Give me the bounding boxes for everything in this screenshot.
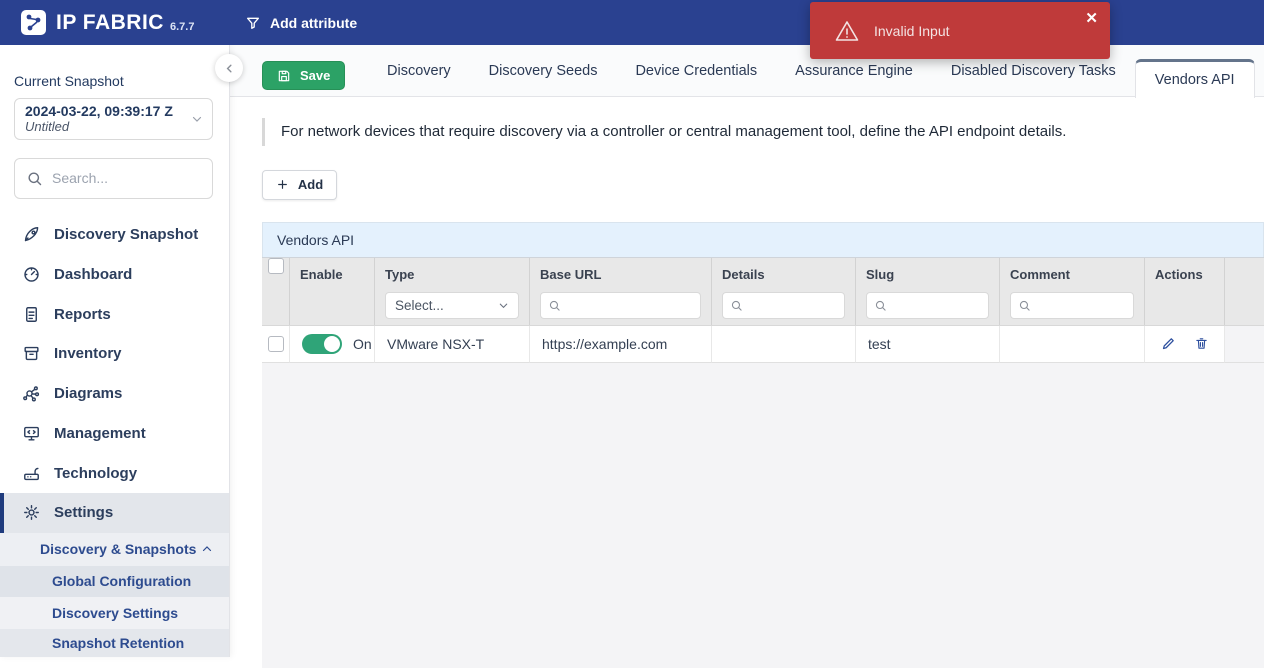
search-icon — [548, 299, 561, 312]
cell-details — [712, 326, 856, 363]
sidebar-item-label: Dashboard — [54, 266, 132, 283]
snapshot-select[interactable]: 2024-03-22, 09:39:17 Z Untitled — [14, 98, 213, 140]
search-icon — [26, 170, 43, 187]
column-header-slug: Slug — [866, 267, 894, 282]
sidebar-item-discovery-snapshot[interactable]: Discovery Snapshot — [0, 215, 229, 255]
cell-type: VMware NSX-T — [375, 326, 530, 363]
sidebar-item-label: Inventory — [54, 345, 122, 362]
base-url-filter-input[interactable] — [540, 292, 701, 319]
enable-toggle-label: On — [353, 336, 372, 352]
main-content: Save Discovery Discovery Seeds Device Cr… — [230, 45, 1264, 657]
type-filter-select[interactable]: Select... — [385, 292, 519, 319]
table-empty-area — [262, 363, 1264, 668]
vendors-api-description: For network devices that require discove… — [262, 118, 1264, 146]
management-icon — [22, 424, 41, 443]
select-all-checkbox[interactable] — [268, 258, 284, 274]
sidebar-item-diagrams[interactable]: Diagrams — [0, 374, 229, 414]
table-row: On VMware NSX-T https://example.com test — [262, 326, 1264, 363]
sidebar-item-label: Diagrams — [54, 385, 122, 402]
cell-base-url: https://example.com — [530, 326, 712, 363]
snapshot-date: 2024-03-22, 09:39:17 Z — [25, 103, 184, 119]
current-snapshot-label: Current Snapshot — [14, 73, 229, 89]
warning-icon — [834, 19, 860, 43]
sidebar-item-technology[interactable]: Technology — [0, 453, 229, 493]
add-attribute-button[interactable]: Add attribute — [245, 0, 357, 45]
row-checkbox[interactable] — [268, 336, 284, 352]
sidebar-item-label: Global Configuration — [52, 573, 191, 589]
sidebar-item-global-configuration[interactable]: Global Configuration — [0, 566, 229, 598]
sidebar-item-discovery-settings[interactable]: Discovery Settings — [0, 597, 229, 629]
sidebar-item-label: Reports — [54, 306, 111, 323]
table-header-row: Enable Type Select... Base URL — [262, 257, 1264, 326]
column-header-actions: Actions — [1155, 267, 1203, 282]
diagram-icon — [22, 384, 41, 403]
search-input[interactable] — [52, 170, 201, 186]
sidebar: Current Snapshot 2024-03-22, 09:39:17 Z … — [0, 45, 230, 657]
add-button-label: Add — [298, 177, 323, 192]
toast-message: Invalid Input — [874, 23, 950, 39]
edit-icon[interactable] — [1161, 336, 1176, 351]
chevron-down-icon — [191, 113, 203, 125]
tab-site-separation[interactable]: Site Separation — [1255, 45, 1264, 97]
delete-icon[interactable] — [1194, 336, 1209, 351]
sidebar-item-management[interactable]: Management — [0, 414, 229, 454]
sidebar-item-dashboard[interactable]: Dashboard — [0, 255, 229, 295]
column-header-base-url: Base URL — [540, 267, 601, 282]
save-button[interactable]: Save — [262, 61, 345, 90]
sidebar-item-label: Snapshot Retention — [52, 635, 184, 651]
sidebar-item-label: Discovery Settings — [52, 605, 178, 621]
save-button-label: Save — [300, 68, 330, 83]
sidebar-item-label: Management — [54, 425, 146, 442]
sidebar-collapse-button[interactable] — [215, 54, 243, 82]
brand-logo[interactable]: IP FABRIC 6.7.7 — [0, 9, 194, 36]
sidebar-item-label: Technology — [54, 465, 137, 482]
gauge-icon — [22, 265, 41, 284]
tab-discovery[interactable]: Discovery — [368, 45, 470, 97]
search-icon — [730, 299, 743, 312]
app-version: 6.7.7 — [170, 21, 194, 33]
add-button[interactable]: Add — [262, 170, 337, 200]
report-icon — [22, 305, 41, 324]
sidebar-item-snapshot-retention[interactable]: Snapshot Retention — [0, 629, 229, 657]
chevron-down-icon — [498, 300, 509, 311]
technology-icon — [22, 464, 41, 483]
sidebar-item-label: Settings — [54, 504, 113, 521]
column-header-enable: Enable — [300, 267, 343, 282]
snapshot-name: Untitled — [25, 119, 184, 134]
search-icon — [874, 299, 887, 312]
tab-device-credentials[interactable]: Device Credentials — [616, 45, 776, 97]
cell-comment — [1000, 326, 1145, 363]
tab-vendors-api[interactable]: Vendors API — [1135, 59, 1255, 98]
error-toast: Invalid Input ✕ — [810, 2, 1110, 59]
inventory-icon — [22, 344, 41, 363]
plus-icon — [276, 178, 289, 191]
brand-name: IP FABRIC — [56, 11, 164, 35]
table-title: Vendors API — [262, 222, 1264, 257]
chevron-up-icon — [201, 543, 213, 555]
gear-icon — [22, 503, 41, 522]
sidebar-item-reports[interactable]: Reports — [0, 294, 229, 334]
enable-toggle[interactable] — [302, 334, 342, 354]
cell-slug: test — [856, 326, 1000, 363]
column-header-type: Type — [385, 267, 414, 282]
add-attribute-label: Add attribute — [270, 15, 357, 31]
funnel-icon — [245, 15, 261, 31]
column-header-details: Details — [722, 267, 765, 282]
rocket-icon — [22, 225, 41, 244]
sidebar-group-label: Discovery & Snapshots — [40, 541, 196, 557]
sidebar-item-settings[interactable]: Settings — [0, 493, 229, 533]
floppy-icon — [277, 69, 291, 83]
sidebar-item-label: Discovery Snapshot — [54, 226, 198, 243]
search-icon — [1018, 299, 1031, 312]
tab-discovery-seeds[interactable]: Discovery Seeds — [470, 45, 617, 97]
ip-fabric-logo-icon — [20, 9, 47, 36]
sidebar-search — [14, 158, 213, 199]
column-header-comment: Comment — [1010, 267, 1070, 282]
vendors-api-table: Vendors API Enable Type Select... Base U… — [262, 222, 1264, 668]
sidebar-item-inventory[interactable]: Inventory — [0, 334, 229, 374]
toast-close-icon[interactable]: ✕ — [1085, 11, 1098, 26]
sidebar-group-discovery-snapshots[interactable]: Discovery & Snapshots — [0, 533, 229, 566]
type-filter-value: Select... — [395, 298, 444, 313]
